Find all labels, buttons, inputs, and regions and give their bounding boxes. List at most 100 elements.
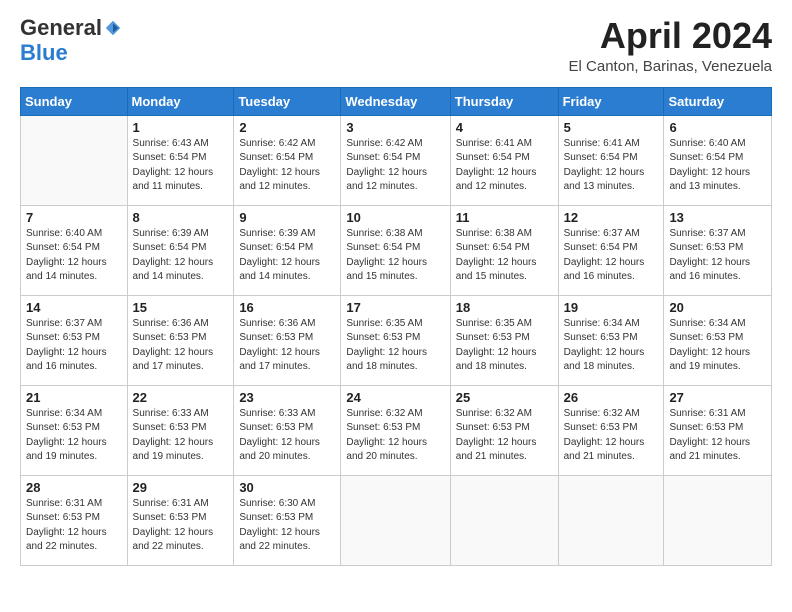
day-info: Sunrise: 6:32 AMSunset: 6:53 PMDaylight:…	[456, 407, 553, 465]
day-info: Sunrise: 6:32 AMSunset: 6:53 PMDaylight:…	[346, 407, 444, 465]
calendar-cell: 9 Sunrise: 6:39 AMSunset: 6:54 PMDaylight…	[234, 205, 341, 295]
day-number: 16	[239, 300, 335, 315]
calendar-cell: 7 Sunrise: 6:40 AMSunset: 6:54 PMDaylight…	[21, 205, 128, 295]
day-info: Sunrise: 6:31 AMSunset: 6:53 PMDaylight:…	[133, 497, 229, 555]
calendar-cell: 16 Sunrise: 6:36 AMSunset: 6:53 PMDayligh…	[234, 295, 341, 385]
day-info: Sunrise: 6:40 AMSunset: 6:54 PMDaylight:…	[669, 137, 766, 195]
calendar-cell: 14 Sunrise: 6:37 AMSunset: 6:53 PMDayligh…	[21, 295, 128, 385]
weekday-header-saturday: Saturday	[664, 87, 772, 115]
day-number: 1	[133, 120, 229, 135]
day-number: 30	[239, 480, 335, 495]
day-number: 9	[239, 210, 335, 225]
calendar-cell	[21, 115, 128, 205]
day-info: Sunrise: 6:35 AMSunset: 6:53 PMDaylight:…	[456, 317, 553, 375]
day-number: 21	[26, 390, 122, 405]
weekday-header-friday: Friday	[558, 87, 664, 115]
day-number: 27	[669, 390, 766, 405]
day-number: 25	[456, 390, 553, 405]
day-number: 24	[346, 390, 444, 405]
day-number: 15	[133, 300, 229, 315]
day-number: 7	[26, 210, 122, 225]
weekday-header-wednesday: Wednesday	[341, 87, 450, 115]
logo: General Blue	[20, 16, 122, 66]
calendar-cell: 12 Sunrise: 6:37 AMSunset: 6:54 PMDayligh…	[558, 205, 664, 295]
day-info: Sunrise: 6:31 AMSunset: 6:53 PMDaylight:…	[26, 497, 122, 555]
day-info: Sunrise: 6:30 AMSunset: 6:53 PMDaylight:…	[239, 497, 335, 555]
weekday-header-tuesday: Tuesday	[234, 87, 341, 115]
day-number: 19	[564, 300, 659, 315]
calendar-cell: 20 Sunrise: 6:34 AMSunset: 6:53 PMDayligh…	[664, 295, 772, 385]
day-number: 18	[456, 300, 553, 315]
day-info: Sunrise: 6:40 AMSunset: 6:54 PMDaylight:…	[26, 227, 122, 285]
page-header: General Blue April 2024 El Canton, Barin…	[20, 16, 772, 75]
weekday-header-row: SundayMondayTuesdayWednesdayThursdayFrid…	[21, 87, 772, 115]
calendar-cell: 24 Sunrise: 6:32 AMSunset: 6:53 PMDayligh…	[341, 385, 450, 475]
day-info: Sunrise: 6:38 AMSunset: 6:54 PMDaylight:…	[346, 227, 444, 285]
day-info: Sunrise: 6:34 AMSunset: 6:53 PMDaylight:…	[669, 317, 766, 375]
calendar-cell: 27 Sunrise: 6:31 AMSunset: 6:53 PMDayligh…	[664, 385, 772, 475]
calendar-cell: 23 Sunrise: 6:33 AMSunset: 6:53 PMDayligh…	[234, 385, 341, 475]
day-number: 29	[133, 480, 229, 495]
day-info: Sunrise: 6:36 AMSunset: 6:53 PMDaylight:…	[133, 317, 229, 375]
day-info: Sunrise: 6:31 AMSunset: 6:53 PMDaylight:…	[669, 407, 766, 465]
day-info: Sunrise: 6:33 AMSunset: 6:53 PMDaylight:…	[133, 407, 229, 465]
day-number: 20	[669, 300, 766, 315]
weekday-header-thursday: Thursday	[450, 87, 558, 115]
weekday-header-monday: Monday	[127, 87, 234, 115]
calendar-cell: 3 Sunrise: 6:42 AMSunset: 6:54 PMDaylight…	[341, 115, 450, 205]
calendar-cell: 4Sunrise: 6:41 AMSunset: 6:54 PMDaylight…	[450, 115, 558, 205]
calendar-cell: 8 Sunrise: 6:39 AMSunset: 6:54 PMDaylight…	[127, 205, 234, 295]
day-number: 2	[239, 120, 335, 135]
calendar-cell: 2 Sunrise: 6:42 AMSunset: 6:54 PMDaylight…	[234, 115, 341, 205]
calendar-cell: 26 Sunrise: 6:32 AMSunset: 6:53 PMDayligh…	[558, 385, 664, 475]
day-number: 3	[346, 120, 444, 135]
day-info: Sunrise: 6:37 AMSunset: 6:54 PMDaylight:…	[564, 227, 659, 285]
logo-icon	[104, 19, 122, 37]
day-number: 10	[346, 210, 444, 225]
day-number: 11	[456, 210, 553, 225]
day-info: Sunrise: 6:42 AMSunset: 6:54 PMDaylight:…	[239, 137, 335, 195]
day-number: 14	[26, 300, 122, 315]
day-number: 23	[239, 390, 335, 405]
week-row-2: 7 Sunrise: 6:40 AMSunset: 6:54 PMDaylight…	[21, 205, 772, 295]
calendar-cell: 5Sunrise: 6:41 AMSunset: 6:54 PMDaylight…	[558, 115, 664, 205]
calendar-cell: 10 Sunrise: 6:38 AMSunset: 6:54 PMDayligh…	[341, 205, 450, 295]
day-info: Sunrise: 6:41 AMSunset: 6:54 PMDaylight:…	[564, 137, 659, 195]
day-info: Sunrise: 6:42 AMSunset: 6:54 PMDaylight:…	[346, 137, 444, 195]
calendar-cell	[450, 475, 558, 565]
logo-general: General	[20, 16, 102, 40]
day-info: Sunrise: 6:33 AMSunset: 6:53 PMDaylight:…	[239, 407, 335, 465]
calendar-cell: 13Sunrise: 6:37 AMSunset: 6:53 PMDayligh…	[664, 205, 772, 295]
week-row-5: 28 Sunrise: 6:31 AMSunset: 6:53 PMDayligh…	[21, 475, 772, 565]
day-info: Sunrise: 6:37 AMSunset: 6:53 PMDaylight:…	[26, 317, 122, 375]
day-info: Sunrise: 6:36 AMSunset: 6:53 PMDaylight:…	[239, 317, 335, 375]
day-number: 26	[564, 390, 659, 405]
day-info: Sunrise: 6:39 AMSunset: 6:54 PMDaylight:…	[239, 227, 335, 285]
day-number: 28	[26, 480, 122, 495]
week-row-4: 21 Sunrise: 6:34 AMSunset: 6:53 PMDayligh…	[21, 385, 772, 475]
day-info: Sunrise: 6:39 AMSunset: 6:54 PMDaylight:…	[133, 227, 229, 285]
week-row-1: 1 Sunrise: 6:43 AMSunset: 6:54 PMDaylight…	[21, 115, 772, 205]
day-info: Sunrise: 6:43 AMSunset: 6:54 PMDaylight:…	[133, 137, 229, 195]
month-title: April 2024	[569, 16, 772, 56]
calendar-cell	[341, 475, 450, 565]
calendar-cell	[664, 475, 772, 565]
day-number: 4	[456, 120, 553, 135]
weekday-header-sunday: Sunday	[21, 87, 128, 115]
day-info: Sunrise: 6:37 AMSunset: 6:53 PMDaylight:…	[669, 227, 766, 285]
day-number: 6	[669, 120, 766, 135]
week-row-3: 14 Sunrise: 6:37 AMSunset: 6:53 PMDayligh…	[21, 295, 772, 385]
day-number: 22	[133, 390, 229, 405]
location-title: El Canton, Barinas, Venezuela	[569, 58, 772, 75]
day-info: Sunrise: 6:34 AMSunset: 6:53 PMDaylight:…	[26, 407, 122, 465]
logo-blue: Blue	[20, 40, 68, 65]
day-number: 12	[564, 210, 659, 225]
calendar-cell	[558, 475, 664, 565]
calendar-cell: 30 Sunrise: 6:30 AMSunset: 6:53 PMDayligh…	[234, 475, 341, 565]
day-info: Sunrise: 6:32 AMSunset: 6:53 PMDaylight:…	[564, 407, 659, 465]
day-info: Sunrise: 6:38 AMSunset: 6:54 PMDaylight:…	[456, 227, 553, 285]
day-number: 8	[133, 210, 229, 225]
calendar-cell: 18 Sunrise: 6:35 AMSunset: 6:53 PMDayligh…	[450, 295, 558, 385]
calendar-cell: 25 Sunrise: 6:32 AMSunset: 6:53 PMDayligh…	[450, 385, 558, 475]
calendar-cell: 29 Sunrise: 6:31 AMSunset: 6:53 PMDayligh…	[127, 475, 234, 565]
